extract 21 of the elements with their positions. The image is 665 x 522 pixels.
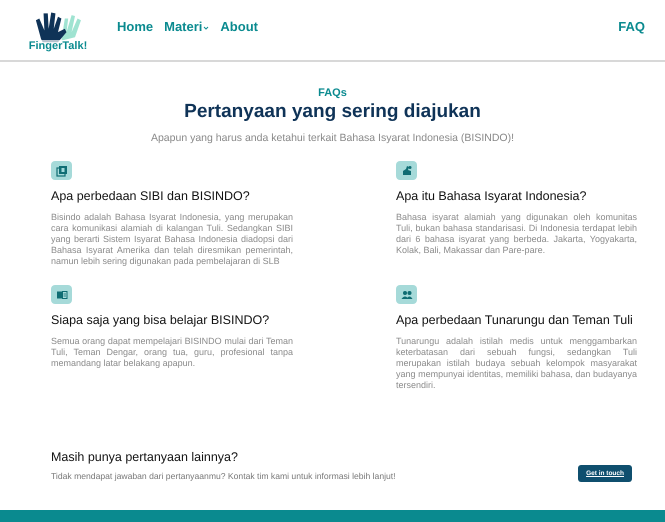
nav-link[interactable]: Materi [164, 18, 210, 34]
faq-answer: Tunarungu adalah istilah medis untuk menggambarkan keterbatasan dari sebuah fungsi, sedangkan Tuli merupakan istilah budaya sebuah kelompok masyarakat yang mempunyai identitas, memiliki bahasa, dan budayanya tersendiri. [396, 336, 637, 391]
page-title: Pertanyaan yang sering diajukan [183, 101, 482, 123]
fingertalk-logo[interactable]: FingerTalk! [28, 10, 88, 52]
faq-question: Apa itu Bahasa Isyarat Indonesia? [396, 189, 586, 203]
section-label: FAQs [317, 87, 348, 99]
faq-question: Siapa saja yang bisa belajar BISINDO? [51, 313, 270, 327]
book-icon [51, 285, 72, 304]
faq-question: Apa perbedaan SIBI dan BISINDO? [51, 189, 250, 203]
page-subtitle: Apapun yang harus anda ketahui terkait Bahasa Isyarat Indonesia (BISINDO)! [150, 132, 516, 144]
people-icon [396, 285, 417, 304]
faq-answer: Bisindo adalah Bahasa Isyarat Indonesia, yang merupakan cara komunikasi alamiah di kalangan Tuli. Sedangkan SIBI yang berarti Sistem Isyarat Bahasa Indonesia diadopsi dari Bahasa Isyarat Amerika dan telah diresmikan pemerintah, namun lebih sering digunakan pada pembelajaran di SLB [51, 212, 293, 267]
cards-icon [51, 161, 72, 180]
nav-link[interactable]: Home [117, 18, 154, 34]
contact-text: Tidak mendapat jawaban dari pertanyaanmu? Kontak tim kami untuk informasi lebih lanjut! [51, 471, 397, 481]
nav-link[interactable]: FAQ [618, 18, 645, 34]
contact-heading: Masih punya pertanyaan lainnya? [51, 450, 239, 464]
faq-question: Apa perbedaan Tunarungu dan Teman Tuli [396, 313, 633, 327]
faq-answer: Bahasa isyarat alamiah yang digunakan oleh komunitas Tuli, bukan bahasa standarisasi. Di Indonesia terdapat lebih dari 6 bahasa isyarat yang berbeda. Jakarta, Yogyakarta, Kolak, Bali, Makassar dan Pare-pare. [396, 212, 637, 256]
faq-answer: Semua orang dapat mempelajari BISINDO mulai dari Teman Tuli, Teman Dengar, orang tua, guru, profesional tanpa memandang latar belakang apapun. [51, 336, 293, 369]
nav-link[interactable]: About [220, 18, 258, 34]
